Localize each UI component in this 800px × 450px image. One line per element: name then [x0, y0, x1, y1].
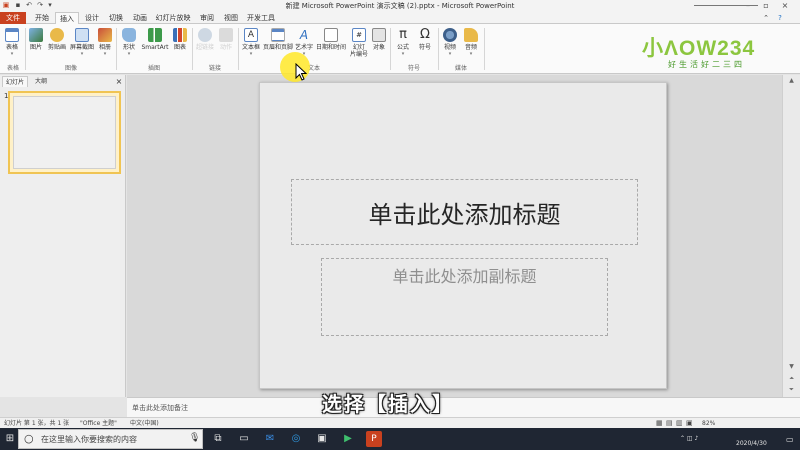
video-caption: 选择【插入】 [322, 392, 454, 416]
object-button[interactable]: 对象 [370, 27, 388, 59]
title-placeholder[interactable]: 单击此处添加标题 [291, 179, 638, 245]
windows-start-icon[interactable]: ⊞ [2, 431, 18, 447]
action-icon [219, 28, 233, 42]
tab-home[interactable]: 开始 [31, 12, 53, 24]
pane-close-icon[interactable]: × [114, 76, 124, 87]
zoom-slider[interactable] [694, 5, 758, 6]
group-illustrations-label: 插图 [147, 65, 160, 72]
tab-design[interactable]: 设计 [81, 12, 103, 24]
hyperlink-button[interactable]: 超链接 [194, 27, 216, 59]
smartart-button[interactable]: SmartArt [140, 27, 170, 59]
table-button[interactable]: 表格 ▾ [1, 27, 23, 59]
help-icon[interactable]: ? [774, 12, 786, 24]
tab-developer[interactable]: 开发工具 [245, 12, 277, 24]
chart-icon [173, 28, 187, 42]
tab-review[interactable]: 审阅 [196, 12, 218, 24]
group-links-label: 链接 [208, 65, 221, 72]
slide-number-icon: # [352, 28, 366, 42]
smartart-icon [148, 28, 162, 42]
calendar-icon [324, 28, 338, 42]
group-text-label: 文本 [307, 65, 320, 72]
textbox-button[interactable]: A 文本框 ▾ [240, 27, 262, 59]
title-bar: ▣ ▪ ↶ ↷ ▾ 新建 Microsoft PowerPoint 演示文稿 (… [0, 0, 800, 12]
datetime-button[interactable]: 日期和时间 [314, 27, 348, 59]
group-images-label: 图像 [64, 65, 77, 72]
album-icon [98, 28, 112, 42]
microphone-icon[interactable]: 🎙 [189, 433, 200, 443]
symbol-button[interactable]: Ω 符号 [415, 27, 435, 59]
album-button[interactable]: 相册 ▾ [96, 27, 114, 59]
tab-view[interactable]: 视图 [220, 12, 242, 24]
powerpoint-taskbar-icon[interactable]: P [366, 431, 382, 447]
tab-slides[interactable]: 幻灯片 [2, 76, 28, 87]
table-icon [5, 28, 19, 42]
ribbon-tab-bar: 文件 开始 插入 设计 切换 动画 幻灯片放映 审阅 视图 开发工具 ⌃ ? [0, 12, 800, 25]
watermark-logo: 小ΛOW234 好生活好二三四 [642, 37, 756, 69]
screenshot-icon [75, 28, 89, 42]
hyperlink-icon [198, 28, 212, 42]
textbox-icon: A [244, 28, 258, 42]
maximize-icon[interactable]: ▫ [758, 0, 774, 12]
tab-animations[interactable]: 动画 [129, 12, 151, 24]
slide-canvas[interactable]: 单击此处添加标题 单击此处添加副标题 [259, 82, 667, 389]
mouse-pointer-icon [295, 63, 307, 81]
taskbar-search-box[interactable]: ○ 在这里输入你要搜索的内容 🎙 [18, 429, 203, 449]
media-player-icon[interactable]: ▶ [340, 431, 356, 447]
group-symbols-label: 符号 [407, 65, 420, 72]
window-title: 新建 Microsoft PowerPoint 演示文稿 (2).pptx - … [285, 2, 515, 10]
edge-browser-icon[interactable]: ◎ [288, 431, 304, 447]
audio-button[interactable]: 音频 ▾ [461, 27, 481, 59]
taskbar: ⊞ ○ 在这里输入你要搜索的内容 🎙 ⧉ ▭ ✉ ◎ ▣ ▶ P ⌃ ◫ ♪ 2… [0, 428, 800, 450]
task-view-icon[interactable]: ⧉ [210, 431, 226, 447]
pi-icon: π [399, 27, 407, 42]
notification-icon[interactable]: ▭ [786, 435, 794, 444]
shapes-icon [122, 28, 136, 42]
picture-icon [29, 28, 43, 42]
tray-icons[interactable]: ⌃ ◫ ♪ [680, 435, 698, 442]
slide-number-button[interactable]: # 幻灯 片编号 [349, 27, 369, 59]
picture-button[interactable]: 图片 [27, 27, 45, 59]
clipart-button[interactable]: 剪贴画 [46, 27, 68, 59]
group-tables-label: 表格 [6, 65, 19, 72]
close-icon[interactable]: × [777, 0, 793, 12]
wordart-icon: A [299, 28, 309, 42]
action-button[interactable]: 动作 [217, 27, 235, 59]
minimize-icon[interactable]: – [740, 0, 756, 12]
notes-pane[interactable]: 单击此处添加备注 [127, 397, 800, 417]
omega-icon: Ω [420, 27, 430, 42]
group-media-label: 媒体 [454, 65, 467, 72]
file-explorer-icon[interactable]: ▭ [236, 431, 252, 447]
subtitle-placeholder[interactable]: 单击此处添加副标题 [321, 258, 608, 336]
search-icon: ○ [24, 432, 34, 445]
taskbar-date: 2020/4/30 [736, 440, 767, 447]
header-footer-icon [271, 28, 285, 42]
store-icon[interactable]: ▣ [314, 431, 330, 447]
mail-icon[interactable]: ✉ [262, 431, 278, 447]
equation-button[interactable]: π 公式 ▾ [392, 27, 414, 59]
screenshot-button[interactable]: 屏幕截图 ▾ [69, 27, 95, 59]
tab-slideshow[interactable]: 幻灯片放映 [153, 12, 193, 24]
vertical-scrollbar[interactable]: ▲ ▼ ⏶ ⏷ [782, 75, 800, 397]
shapes-button[interactable]: 形状 ▾ [119, 27, 139, 59]
scroll-down-icon[interactable]: ▼ [783, 361, 800, 373]
status-bar: 幻灯片 第 1 张，共 1 张 "Office 主题" 中文(中国) ▦ ▤ ▥… [0, 417, 800, 428]
scroll-up-icon[interactable]: ▲ [783, 75, 800, 87]
slide-thumbnail[interactable] [8, 91, 121, 174]
object-icon [372, 28, 386, 42]
tab-file[interactable]: 文件 [0, 12, 26, 24]
video-icon [443, 28, 457, 42]
tab-outline[interactable]: 大纲 [30, 76, 52, 87]
next-slide-icon[interactable]: ⏷ [783, 384, 800, 396]
audio-icon [464, 28, 478, 42]
ribbon-minimize-icon[interactable]: ⌃ [760, 12, 772, 24]
clipart-icon [50, 28, 64, 42]
tab-transitions[interactable]: 切换 [105, 12, 127, 24]
video-button[interactable]: 视频 ▾ [440, 27, 460, 59]
chart-button[interactable]: 图表 [171, 27, 189, 59]
